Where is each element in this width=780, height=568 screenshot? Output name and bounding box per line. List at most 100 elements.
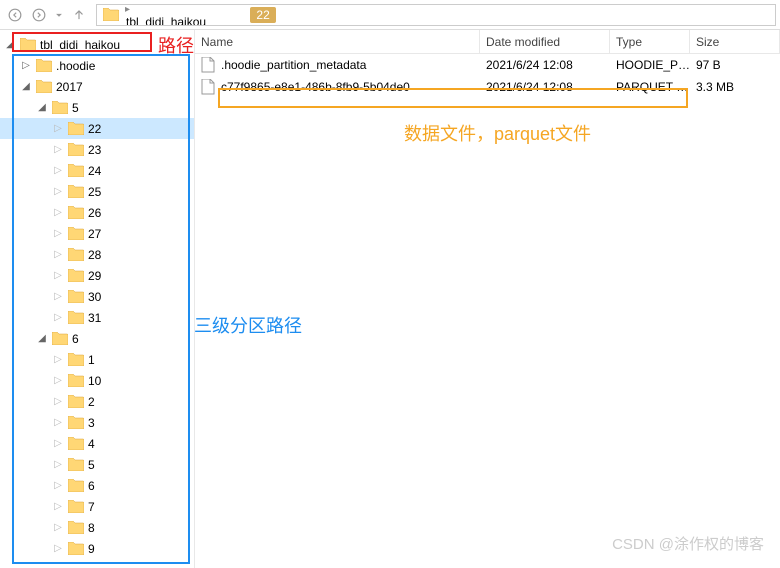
folder-icon: [36, 59, 52, 72]
tree-node[interactable]: ◢ 2017: [0, 76, 194, 97]
file-icon: [201, 57, 215, 73]
tree-label: 27: [88, 227, 101, 241]
folder-icon: [68, 479, 84, 492]
tree-toggle-leaf: ▷: [52, 459, 64, 471]
cell-date: 2021/6/24 12:08: [480, 80, 610, 94]
folder-icon: [68, 542, 84, 555]
tree-toggle-leaf: ▷: [52, 543, 64, 555]
header-date[interactable]: Date modified: [480, 30, 610, 53]
toolbar: HDFS Connections▸node1.itcast.cn:50070▸h…: [0, 0, 780, 30]
tree-label: 24: [88, 164, 101, 178]
tree-panel: ◢tbl_didi_haikou▷.hoodie◢2017◢5▷22▷23▷24…: [0, 30, 195, 568]
folder-icon: [68, 521, 84, 534]
file-name-text: .hoodie_partition_metadata: [221, 58, 366, 72]
tree-toggle-leaf: ▷: [52, 501, 64, 513]
tree-node[interactable]: ▷26: [0, 202, 194, 223]
file-row[interactable]: c77f9865-e8e1-486b-8fb9-5b04de02021/6/24…: [195, 76, 780, 98]
tree-toggle-leaf: ▷: [52, 144, 64, 156]
tree-label: 30: [88, 290, 101, 304]
folder-icon: [68, 437, 84, 450]
file-icon: [201, 79, 215, 95]
tree-toggle-leaf: ▷: [52, 396, 64, 408]
folder-icon: [68, 206, 84, 219]
tree-label: 7: [88, 500, 95, 514]
tree-collapse-icon[interactable]: ◢: [36, 102, 48, 114]
tree-label: 5: [88, 458, 95, 472]
tree-node[interactable]: ▷6: [0, 475, 194, 496]
tree-node[interactable]: ◢6: [0, 328, 194, 349]
tree-collapse-icon[interactable]: ◢: [36, 333, 48, 345]
annotation-label-tree: 三级分区路径: [194, 312, 302, 338]
folder-icon: [68, 353, 84, 366]
tree-node[interactable]: ▷1: [0, 349, 194, 370]
tree-node[interactable]: ▷24: [0, 160, 194, 181]
cell-name: c77f9865-e8e1-486b-8fb9-5b04de0: [195, 79, 480, 95]
tree-node[interactable]: ▷9: [0, 538, 194, 559]
back-button[interactable]: [4, 4, 26, 26]
tree-toggle-leaf: ▷: [52, 207, 64, 219]
tree-node[interactable]: ▷3: [0, 412, 194, 433]
tree-node[interactable]: ▷23: [0, 139, 194, 160]
tree-toggle-leaf: ▷: [52, 228, 64, 240]
cell-size: 3.3 MB: [690, 80, 780, 94]
tree-node[interactable]: ▷ 29: [0, 265, 194, 286]
tree-node[interactable]: ◢5: [0, 97, 194, 118]
tree-node[interactable]: ▷2: [0, 391, 194, 412]
tree-node[interactable]: ▷31: [0, 307, 194, 328]
up-button[interactable]: [68, 4, 90, 26]
folder-icon: [52, 101, 68, 114]
cell-name: .hoodie_partition_metadata: [195, 57, 480, 73]
cell-date: 2021/6/24 12:08: [480, 58, 610, 72]
folder-icon: [68, 458, 84, 471]
tree-node[interactable]: ▷7: [0, 496, 194, 517]
folder-icon: [68, 290, 84, 303]
tree-toggle-leaf: ▷: [52, 123, 64, 135]
tree-toggle-leaf: ▷: [52, 270, 64, 282]
folder-icon: [68, 164, 84, 177]
tree-label: 2017: [56, 80, 83, 94]
tree-label: 29: [88, 269, 101, 283]
tree-expand-icon[interactable]: ▷: [20, 60, 32, 72]
tree-node[interactable]: ▷25: [0, 181, 194, 202]
annotation-label-file: 数据文件，parquet文件: [404, 120, 591, 146]
tree-label: 1: [88, 353, 95, 367]
folder-icon: [52, 332, 68, 345]
folder-icon: [68, 122, 84, 135]
folder-icon: [36, 80, 52, 93]
file-row[interactable]: .hoodie_partition_metadata 2021/6/24 12:0…: [195, 54, 780, 76]
tree-node[interactable]: ▷8: [0, 517, 194, 538]
breadcrumb-current[interactable]: 22: [250, 7, 275, 23]
tree-node[interactable]: ▷ 22: [0, 118, 194, 139]
tree-collapse-icon[interactable]: ◢: [4, 39, 16, 51]
tree-node[interactable]: ▷ 27: [0, 223, 194, 244]
header-size[interactable]: Size: [690, 30, 780, 53]
file-list: Name Date modified Type Size .hoodie_par…: [195, 30, 780, 568]
tree-node[interactable]: ▷30: [0, 286, 194, 307]
tree-node[interactable]: ▷.hoodie: [0, 55, 194, 76]
forward-button[interactable]: [28, 4, 50, 26]
cell-size: 97 B: [690, 58, 780, 72]
tree-node[interactable]: ▷5: [0, 454, 194, 475]
watermark: CSDN @涂作权的博客: [612, 533, 764, 554]
folder-icon: [68, 248, 84, 261]
folder-icon: [68, 395, 84, 408]
tree-node[interactable]: ▷28: [0, 244, 194, 265]
recent-dropdown[interactable]: [52, 4, 66, 26]
tree-label: 28: [88, 248, 101, 262]
tree-node[interactable]: ▷10: [0, 370, 194, 391]
header-name[interactable]: Name: [195, 30, 480, 53]
tree-label: 22: [88, 122, 101, 136]
folder-icon: [68, 143, 84, 156]
tree-toggle-leaf: ▷: [52, 522, 64, 534]
header-type[interactable]: Type: [610, 30, 690, 53]
tree-node[interactable]: ▷4: [0, 433, 194, 454]
tree-toggle-leaf: ▷: [52, 186, 64, 198]
folder-icon: [68, 185, 84, 198]
list-header: Name Date modified Type Size: [195, 30, 780, 54]
tree-collapse-icon[interactable]: ◢: [20, 81, 32, 93]
breadcrumb[interactable]: HDFS Connections▸node1.itcast.cn:50070▸h…: [96, 4, 776, 26]
folder-icon: [103, 8, 119, 21]
tree-label: 31: [88, 311, 101, 325]
breadcrumb-item[interactable]: tbl_didi_haikou: [123, 15, 246, 26]
folder-icon: [20, 38, 36, 51]
